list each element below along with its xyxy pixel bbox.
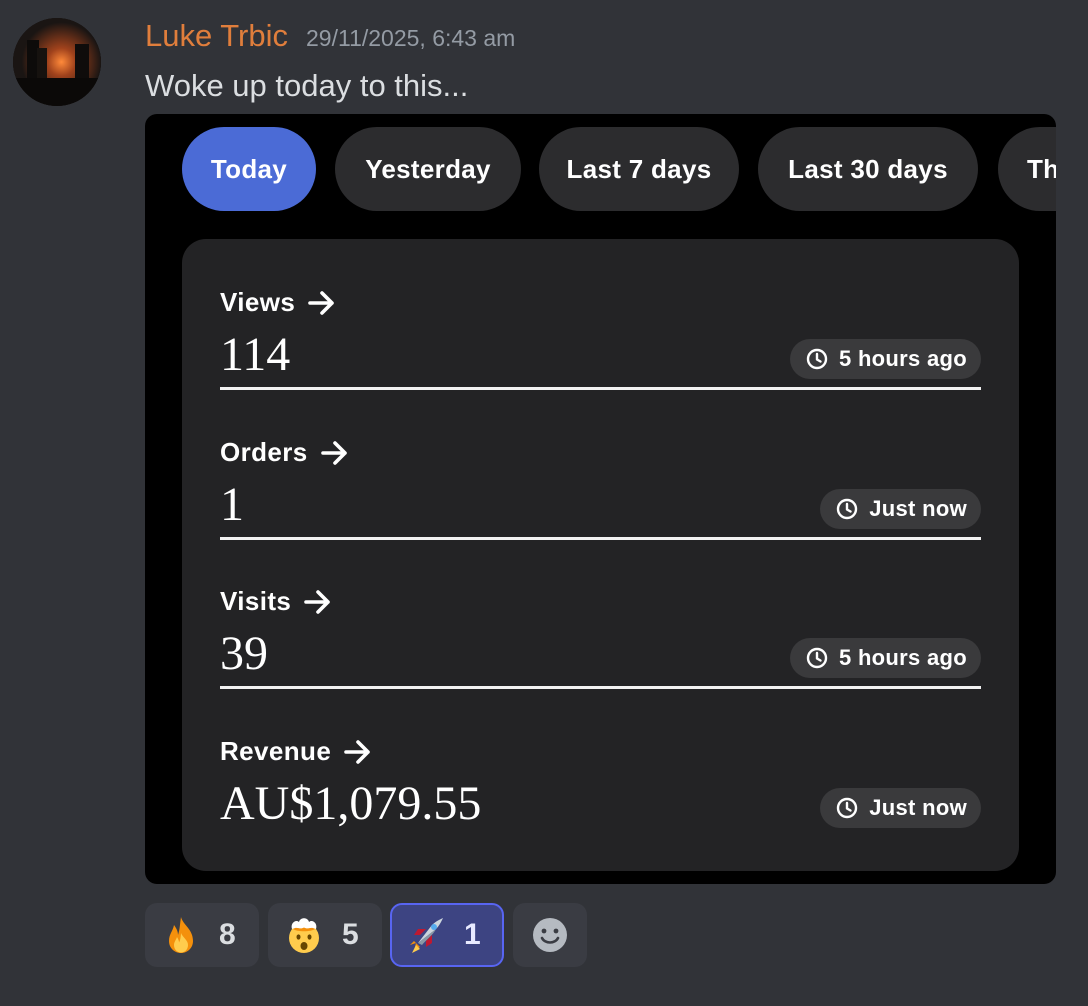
message-header: Luke Trbic 29/11/2025, 6:43 am bbox=[145, 18, 515, 58]
add-reaction-button[interactable] bbox=[513, 903, 587, 967]
reaction-exploding-head[interactable]: 5 bbox=[268, 903, 382, 967]
updated-badge: Just now bbox=[820, 788, 981, 828]
stat-label-text: Visits bbox=[220, 586, 292, 616]
tab-last-30-days: Last 30 days bbox=[758, 127, 978, 211]
message-timestamp: 29/11/2025, 6:43 am bbox=[306, 25, 516, 51]
arrow-right-icon bbox=[307, 290, 337, 316]
image-attachment[interactable]: Today Yesterday Last 7 days Last 30 days… bbox=[145, 114, 1056, 884]
reaction-rocket[interactable]: 1 bbox=[390, 903, 504, 967]
tab-this-partial: Th bbox=[998, 127, 1056, 211]
updated-text: Just now bbox=[869, 496, 967, 521]
clock-icon bbox=[806, 348, 828, 370]
stat-value: 1 bbox=[220, 478, 244, 531]
updated-text: 5 hours ago bbox=[839, 346, 967, 371]
clock-icon bbox=[836, 498, 858, 520]
clock-icon bbox=[836, 797, 858, 819]
stat-orders: Orders 1 Just now bbox=[220, 389, 981, 540]
updated-badge: 5 hours ago bbox=[790, 638, 981, 678]
reaction-count: 5 bbox=[342, 918, 359, 951]
reaction-count: 8 bbox=[219, 918, 236, 951]
exploding-head-emoji-icon bbox=[282, 913, 326, 957]
stat-label: Visits bbox=[220, 586, 333, 617]
arrow-right-icon bbox=[303, 589, 333, 615]
stat-label-text: Orders bbox=[220, 437, 308, 467]
updated-badge: Just now bbox=[820, 489, 981, 529]
chat-message: Luke Trbic 29/11/2025, 6:43 am Woke up t… bbox=[0, 0, 1088, 1006]
stat-label: Revenue bbox=[220, 736, 373, 767]
arrow-right-icon bbox=[343, 739, 373, 765]
add-reaction-smiley-icon bbox=[528, 913, 572, 957]
rocket-emoji-icon bbox=[404, 913, 448, 957]
stat-value: 39 bbox=[220, 627, 268, 680]
reaction-fire[interactable]: 8 bbox=[145, 903, 259, 967]
stat-revenue: Revenue AU$1,079.55 Just now bbox=[220, 688, 981, 836]
stat-label: Views bbox=[220, 287, 337, 318]
author-name[interactable]: Luke Trbic bbox=[145, 18, 288, 54]
updated-text: 5 hours ago bbox=[839, 645, 967, 670]
stat-views: Views 114 5 hours ago bbox=[220, 239, 981, 390]
message-text: Woke up today to this... bbox=[145, 68, 469, 103]
updated-badge: 5 hours ago bbox=[790, 339, 981, 379]
updated-text: Just now bbox=[869, 795, 967, 820]
tab-today: Today bbox=[182, 127, 316, 211]
reaction-count: 1 bbox=[464, 918, 481, 951]
arrow-right-icon bbox=[320, 440, 350, 466]
stat-value: 114 bbox=[220, 328, 291, 381]
stat-visits: Visits 39 5 hours ago bbox=[220, 538, 981, 689]
fire-emoji-icon bbox=[159, 913, 203, 957]
stat-label: Orders bbox=[220, 437, 350, 468]
tab-yesterday: Yesterday bbox=[335, 127, 521, 211]
stats-card: Views 114 5 hours ago Orders 1 Just now … bbox=[182, 239, 1019, 871]
tab-last-7-days: Last 7 days bbox=[539, 127, 739, 211]
stat-label-text: Views bbox=[220, 287, 296, 317]
clock-icon bbox=[806, 647, 828, 669]
stat-label-text: Revenue bbox=[220, 736, 332, 766]
avatar[interactable] bbox=[13, 18, 101, 106]
stat-value: AU$1,079.55 bbox=[220, 777, 482, 830]
